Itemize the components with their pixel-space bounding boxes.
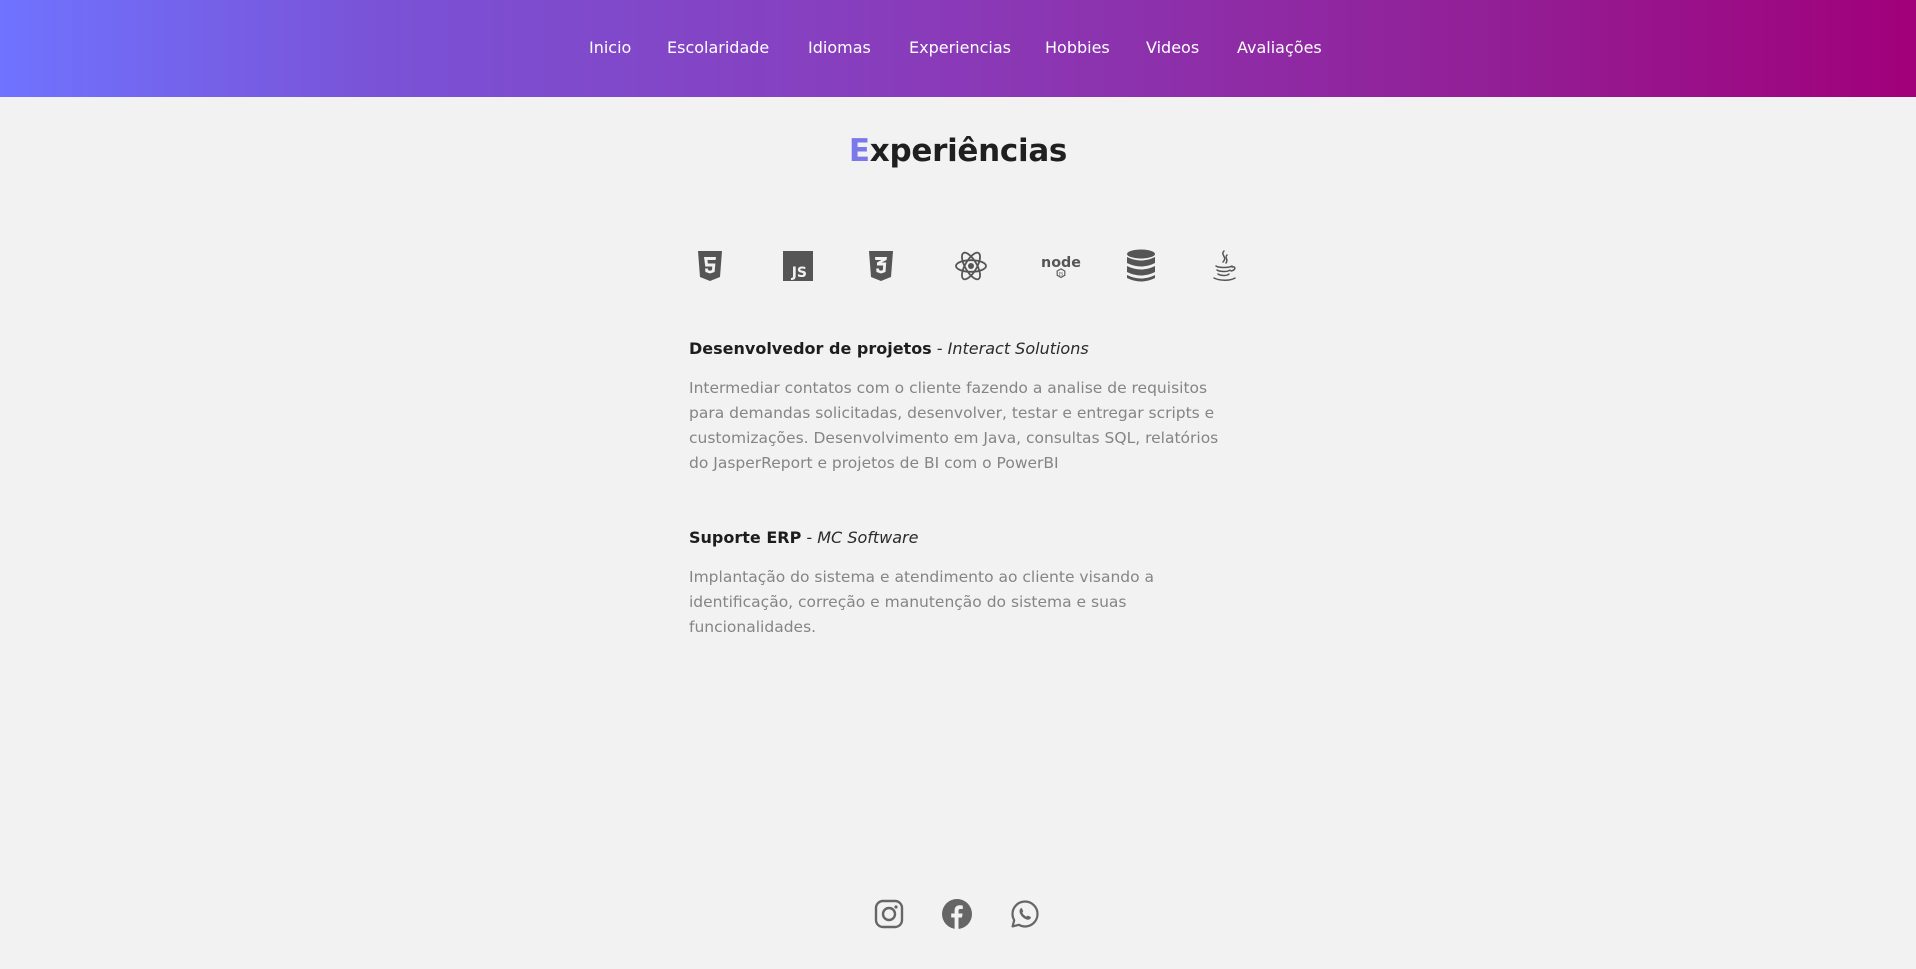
page-title: Experiências [0, 133, 1916, 169]
experience-title: Suporte ERP - MC Software [689, 528, 1234, 547]
nav-item-escolaridade[interactable]: Escolaridade [667, 38, 769, 57]
instagram-icon[interactable] [873, 898, 905, 930]
experience-item: Desenvolvedor de projetos - Interact Sol… [689, 339, 1234, 476]
experience-role: Desenvolvedor de projetos [689, 339, 932, 358]
svg-text:JS: JS [791, 265, 807, 281]
experience-company: MC Software [817, 528, 919, 547]
css3-icon [861, 246, 901, 286]
javascript-icon: JS [778, 246, 818, 286]
experience-separator: - [801, 528, 818, 547]
page-title-rest: xperiências [869, 133, 1068, 169]
database-icon [1121, 246, 1161, 286]
experience-title: Desenvolvedor de projetos - Interact Sol… [689, 339, 1234, 358]
nav-item-inicio[interactable]: Inicio [589, 38, 631, 57]
whatsapp-icon[interactable] [1009, 898, 1041, 930]
page-title-accent-letter: E [848, 133, 870, 169]
nav-item-avaliacoes[interactable]: Avaliações [1237, 38, 1322, 57]
facebook-icon[interactable] [941, 898, 973, 930]
react-icon [951, 246, 991, 286]
top-navigation-bar: Inicio Escolaridade Idiomas Experiencias… [0, 0, 1916, 97]
nav-item-idiomas[interactable]: Idiomas [808, 38, 871, 57]
experience-item: Suporte ERP - MC Software Implantação do… [689, 528, 1234, 640]
experience-separator: - [931, 339, 948, 358]
nav-item-hobbies[interactable]: Hobbies [1045, 38, 1110, 57]
social-links [0, 898, 1916, 932]
java-icon [1204, 246, 1244, 286]
experience-description: Implantação do sistema e atendimento ao … [689, 568, 1155, 636]
tech-icons-row: JS node JS [0, 246, 1916, 286]
nodejs-icon: node JS [1040, 246, 1082, 286]
nav-item-experiencias[interactable]: Experiencias [909, 38, 1011, 57]
nav-item-videos[interactable]: Videos [1146, 38, 1199, 57]
experience-company: Interact Solutions [947, 339, 1089, 358]
experience-role: Suporte ERP [689, 528, 802, 547]
svg-text:JS: JS [1058, 272, 1063, 278]
experience-description: Intermediar contatos com o cliente fazen… [689, 379, 1219, 472]
html5-icon [690, 246, 730, 286]
